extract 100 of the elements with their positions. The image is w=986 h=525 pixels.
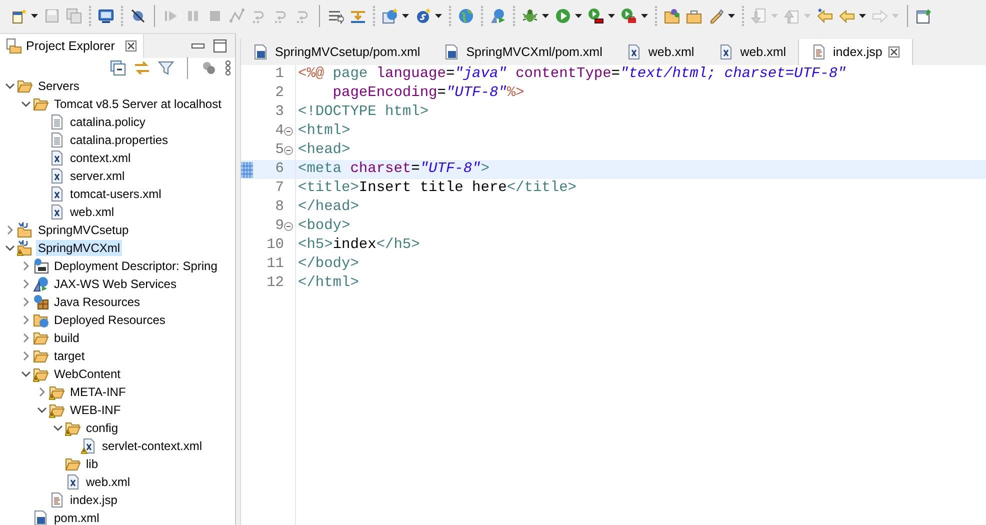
chevron-down-icon[interactable] (21, 100, 31, 108)
editor-tab[interactable]: SpringMVCsetup/pom.xml (241, 39, 432, 65)
briefcase-icon (686, 8, 702, 24)
line-number: 8 (274, 198, 284, 217)
tree-item[interactable]: Deployed Resources (52, 312, 168, 328)
arrow-left-star-icon (817, 8, 833, 24)
play-circle-icon (555, 8, 571, 24)
chevron-right-icon[interactable] (22, 279, 30, 289)
pen-icon (708, 8, 724, 24)
explorer-icon (6, 38, 22, 54)
document-arrow-down-icon (751, 8, 767, 24)
maven-document-icon (253, 44, 269, 60)
chevron-right-icon[interactable] (38, 387, 46, 397)
line-number: 11 (266, 255, 284, 274)
server-globe-icon (382, 8, 398, 24)
code-line: </body> (295, 255, 359, 274)
fold-icon[interactable] (284, 146, 293, 155)
caret-icon (542, 14, 549, 18)
code-line: <%@ page language="java" contentType="text/html; charset=UTF-8" (295, 65, 846, 84)
editor-tab[interactable]: index.jsp (798, 39, 914, 65)
tree-item[interactable]: config (84, 420, 120, 436)
code-line: <body> (295, 217, 350, 236)
minimize-icon[interactable] (191, 42, 205, 50)
fold-icon[interactable] (284, 127, 293, 136)
tree-item[interactable]: catalina.properties (68, 132, 170, 148)
chevron-right-icon[interactable] (6, 225, 14, 235)
chevron-right-icon[interactable] (22, 351, 30, 361)
link-arrows-icon[interactable] (134, 60, 150, 76)
editor-tab[interactable]: web.xml (706, 39, 798, 65)
close-icon[interactable] (124, 40, 137, 52)
code-line: <html> (295, 122, 350, 141)
xml-document-icon (626, 44, 642, 60)
tree-item[interactable]: context.xml (68, 150, 133, 166)
caret-icon (435, 14, 442, 18)
chevron-down-icon[interactable] (53, 424, 63, 432)
collapse-all-icon[interactable] (110, 60, 126, 76)
document-arrow-up-icon (784, 8, 800, 24)
tree-item[interactable]: catalina.policy (68, 114, 148, 130)
chevron-right-icon[interactable] (22, 261, 30, 271)
caret-icon (859, 14, 866, 18)
code-line: </html> (295, 274, 359, 293)
play-circle-box-icon (588, 8, 604, 24)
code-line: <title>Insert title here</title> (295, 179, 576, 198)
caret-icon (575, 14, 582, 18)
caret-icon (804, 14, 811, 18)
chevron-down-icon[interactable] (21, 370, 31, 378)
tree-item[interactable]: server.xml (68, 168, 127, 184)
new-document-icon (11, 8, 27, 24)
editor-tab[interactable]: web.xml (614, 39, 706, 65)
play-circle-toolbox-icon (621, 8, 637, 24)
tree-item[interactable]: SpringMVCsetup (36, 222, 131, 238)
chevron-right-icon[interactable] (22, 297, 30, 307)
chevron-right-icon[interactable] (22, 333, 30, 343)
maven-document-icon (444, 44, 460, 60)
editor-tab[interactable]: SpringMVCXml/pom.xml (432, 39, 614, 65)
tree-item[interactable]: Java Resources (52, 294, 142, 310)
tree-item[interactable]: Deployment Descriptor: Spring (52, 258, 220, 274)
chevron-down-icon[interactable] (5, 244, 15, 252)
code-line: <!DOCTYPE html> (295, 103, 429, 122)
tree-item[interactable]: META-INF (68, 384, 128, 400)
fold-icon[interactable] (284, 222, 293, 231)
tree-item[interactable]: JAX-WS Web Services (52, 276, 178, 292)
caret-icon (771, 14, 778, 18)
line-number: 12 (266, 274, 284, 293)
code-line: pageEncoding="UTF-8"%> (295, 84, 524, 103)
maximize-icon[interactable] (213, 39, 227, 53)
tree-item[interactable]: build (52, 330, 82, 346)
circles-icon[interactable] (201, 60, 217, 76)
tree-item[interactable]: servlet-context.xml (100, 438, 204, 454)
tree-item[interactable]: target (52, 348, 87, 364)
tree-item[interactable]: index.jsp (68, 492, 120, 508)
line-number: 7 (274, 179, 284, 198)
code-line: </head> (295, 198, 359, 217)
globe-play-icon (490, 8, 506, 24)
tree-item[interactable]: WebContent (52, 366, 122, 382)
tree-item[interactable]: web.xml (68, 204, 116, 220)
nodes-icon (229, 8, 245, 24)
tree-item[interactable]: tomcat-users.xml (68, 186, 164, 202)
tree-item[interactable]: SpringMVCXml (36, 240, 122, 256)
tree-item[interactable]: web.xml (84, 474, 132, 490)
caret-icon (892, 14, 899, 18)
view-menu-icon[interactable] (225, 60, 231, 76)
close-icon[interactable] (888, 46, 900, 58)
chevron-right-icon[interactable] (22, 315, 30, 325)
monitor-icon (98, 8, 114, 24)
tree-item[interactable]: Servers (36, 78, 82, 94)
line-number: 4 (274, 122, 284, 141)
arrow-right-icon (872, 8, 888, 24)
caret-icon (728, 14, 735, 18)
line-number: 6 (274, 160, 284, 179)
crossed-circle-icon (130, 8, 146, 24)
tree-item[interactable]: WEB-INF (68, 402, 123, 418)
chevron-down-icon[interactable] (5, 82, 15, 90)
tree-item[interactable]: lib (84, 456, 100, 472)
line-number: 1 (274, 65, 284, 84)
xml-document-icon (718, 44, 734, 60)
line-number: 5 (274, 141, 284, 160)
chevron-down-icon[interactable] (37, 406, 47, 414)
tree-item[interactable]: Tomcat v8.5 Server at localhost (52, 96, 224, 112)
tree-item[interactable]: pom.xml (52, 510, 102, 525)
